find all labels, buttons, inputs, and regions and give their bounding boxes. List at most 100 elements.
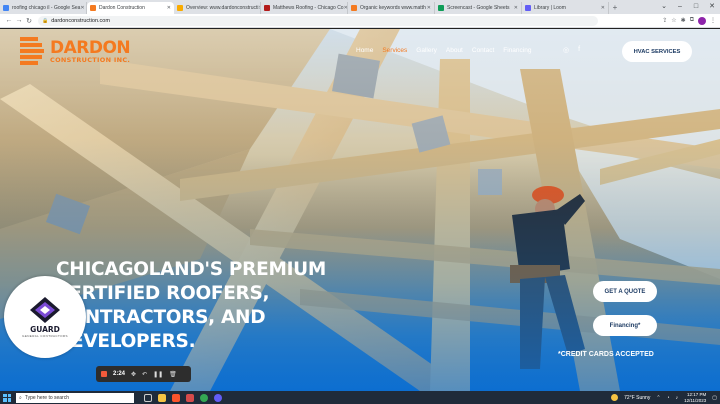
tab-title: Screencast - Google Sheets bbox=[447, 5, 510, 11]
nav-about[interactable]: About bbox=[446, 47, 463, 54]
instagram-icon[interactable]: ◎ bbox=[563, 46, 569, 54]
guard-shield-icon bbox=[30, 296, 60, 323]
close-tab-icon[interactable]: ✕ bbox=[427, 5, 431, 11]
stop-recording-icon[interactable] bbox=[101, 371, 107, 377]
social-links: ◎ f bbox=[563, 46, 580, 54]
window-controls: ⌄ – □ ✕ bbox=[656, 0, 720, 14]
delete-icon[interactable]: 🗑 bbox=[169, 371, 177, 378]
extension-icon[interactable]: ✱ bbox=[681, 17, 686, 24]
favicon-icon bbox=[351, 5, 357, 11]
tab-title: Overview: www.dardonconstructi bbox=[186, 5, 259, 11]
webpage: DARDON CONSTRUCTION INC. Home Services G… bbox=[0, 29, 720, 391]
reload-icon[interactable]: ↻ bbox=[24, 17, 34, 25]
browser-tab-strip: roofing chicago il - Google Sea ✕ Dardon … bbox=[0, 0, 720, 14]
nav-gallery[interactable]: Gallery bbox=[416, 47, 437, 54]
new-tab-icon[interactable]: + bbox=[609, 2, 621, 14]
close-tab-icon[interactable]: ✕ bbox=[601, 5, 605, 11]
clock-date: 12/11/2023 bbox=[684, 397, 707, 403]
clock-time: 12:17 PM bbox=[687, 392, 707, 397]
network-icon[interactable]: ◔ bbox=[667, 395, 670, 401]
close-tab-icon[interactable]: ✕ bbox=[514, 5, 518, 11]
tab[interactable]: Matthews Roofing - Chicago Co ✕ bbox=[261, 2, 348, 14]
extensions-area: ⇪ ☆ ✱ ⧉ ⋮ bbox=[662, 16, 716, 25]
favicon-icon bbox=[525, 5, 531, 11]
favicon-icon bbox=[3, 5, 9, 11]
bookmark-star-icon[interactable]: ☆ bbox=[671, 17, 676, 24]
notifications-icon[interactable]: ▢ bbox=[712, 395, 717, 401]
pinned-apps bbox=[144, 393, 222, 402]
favicon-icon bbox=[264, 5, 270, 11]
windows-taskbar: ⌕ Type here to search 72°F Sunny ⌃ ◔ ♪ 1… bbox=[0, 391, 720, 404]
recording-controls: 2:24 ✥ ↶ ❚❚ 🗑 bbox=[96, 366, 191, 382]
search-icon: ⌕ bbox=[19, 394, 22, 401]
back-icon[interactable]: ← bbox=[4, 17, 14, 24]
get-a-quote-button[interactable]: GET A QUOTE bbox=[593, 281, 657, 302]
close-tab-icon[interactable]: ✕ bbox=[167, 5, 171, 11]
minimize-icon[interactable]: – bbox=[672, 0, 688, 14]
menu-dots-icon[interactable]: ⋮ bbox=[710, 17, 716, 24]
favicon-icon bbox=[90, 5, 96, 11]
logo-name: DARDON bbox=[50, 38, 131, 58]
tab-title: Library | Loom bbox=[534, 5, 566, 11]
task-view-icon[interactable] bbox=[144, 393, 152, 402]
tab[interactable]: Overview: www.dardonconstructi✕ bbox=[174, 2, 261, 14]
brave-icon[interactable] bbox=[172, 393, 180, 402]
drawing-icon[interactable]: ✥ bbox=[131, 371, 136, 378]
tab[interactable]: Library | Loom ✕ bbox=[522, 2, 609, 14]
tab-title: Matthews Roofing - Chicago Co bbox=[273, 5, 344, 11]
badge-name: GUARD bbox=[30, 324, 60, 334]
pause-icon[interactable]: ❚❚ bbox=[153, 371, 163, 378]
nav-services[interactable]: Services bbox=[382, 47, 407, 54]
main-nav: Home Services Gallery About Contact Fina… bbox=[356, 47, 531, 54]
forward-icon[interactable]: → bbox=[14, 17, 24, 24]
search-placeholder: Type here to search bbox=[24, 394, 70, 401]
logo-text: DARDON CONSTRUCTION INC. bbox=[50, 38, 131, 64]
address-bar[interactable]: 🔒 dardonconstruction.com bbox=[38, 15, 598, 26]
screen: roofing chicago il - Google Sea ✕ Dardon … bbox=[0, 0, 720, 404]
badge-subtitle: GENERAL CONTRACTORS bbox=[22, 333, 68, 338]
tab[interactable]: roofing chicago il - Google Sea ✕ bbox=[0, 2, 87, 14]
tray-chevron-icon[interactable]: ⌃ bbox=[656, 395, 660, 401]
system-tray: 72°F Sunny ⌃ ◔ ♪ 12:17 PM 12/11/2023 ▢ bbox=[611, 392, 717, 403]
tab[interactable]: Organic keywords www.matth ✕ bbox=[348, 2, 435, 14]
nav-contact[interactable]: Contact bbox=[472, 47, 494, 54]
volume-icon[interactable]: ♪ bbox=[676, 395, 679, 401]
tab[interactable]: Screencast - Google Sheets ✕ bbox=[435, 2, 522, 14]
tab-search-icon[interactable]: ⌄ bbox=[656, 0, 672, 14]
tab-title: Dardon Construction bbox=[99, 5, 145, 11]
url-text: dardonconstruction.com bbox=[51, 17, 110, 24]
weather-text[interactable]: 72°F Sunny bbox=[624, 395, 650, 401]
favicon-icon bbox=[438, 5, 444, 11]
tab-title: Organic keywords www.matth bbox=[360, 5, 426, 11]
recording-time: 2:24 bbox=[113, 371, 126, 377]
guard-badge[interactable]: GUARD GENERAL CONTRACTORS bbox=[4, 276, 86, 358]
loom-icon[interactable] bbox=[214, 393, 222, 402]
logo-stripes-icon bbox=[20, 37, 48, 67]
app-icon[interactable] bbox=[186, 393, 194, 402]
share-icon[interactable]: ⇪ bbox=[662, 17, 667, 24]
hvac-services-button[interactable]: HVAC SERVICES bbox=[622, 41, 692, 62]
favicon-icon bbox=[177, 5, 183, 11]
taskbar-search-input[interactable]: ⌕ Type here to search bbox=[16, 392, 134, 403]
dardon-logo[interactable]: DARDON CONSTRUCTION INC. bbox=[20, 37, 131, 67]
browser-toolbar: ← → ↻ 🔒 dardonconstruction.com ⇪ ☆ ✱ ⧉ ⋮ bbox=[0, 14, 720, 28]
profile-avatar[interactable] bbox=[698, 16, 706, 25]
windows-start-icon[interactable] bbox=[3, 393, 11, 402]
lock-icon[interactable]: 🔒 bbox=[42, 18, 48, 24]
chrome-icon[interactable] bbox=[200, 393, 208, 402]
hero-headline: CHICAGOLAND'S PREMIUM CERTIFIED ROOFERS,… bbox=[56, 259, 326, 352]
logo-subtitle: CONSTRUCTION INC. bbox=[50, 56, 131, 64]
tab-active[interactable]: Dardon Construction ✕ bbox=[87, 2, 174, 14]
maximize-icon[interactable]: □ bbox=[688, 0, 704, 14]
clock[interactable]: 12:17 PM 12/11/2023 bbox=[684, 392, 706, 403]
explorer-icon[interactable] bbox=[158, 393, 166, 402]
facebook-icon[interactable]: f bbox=[578, 46, 580, 54]
restart-icon[interactable]: ↶ bbox=[142, 371, 147, 378]
financing-button[interactable]: Financing* bbox=[593, 315, 657, 336]
weather-sun-icon bbox=[611, 394, 619, 401]
nav-financing[interactable]: Financing bbox=[503, 47, 531, 54]
nav-home[interactable]: Home bbox=[356, 47, 373, 54]
close-tab-icon[interactable]: ✕ bbox=[80, 5, 84, 11]
puzzle-icon[interactable]: ⧉ bbox=[690, 17, 694, 24]
close-window-icon[interactable]: ✕ bbox=[704, 0, 720, 14]
